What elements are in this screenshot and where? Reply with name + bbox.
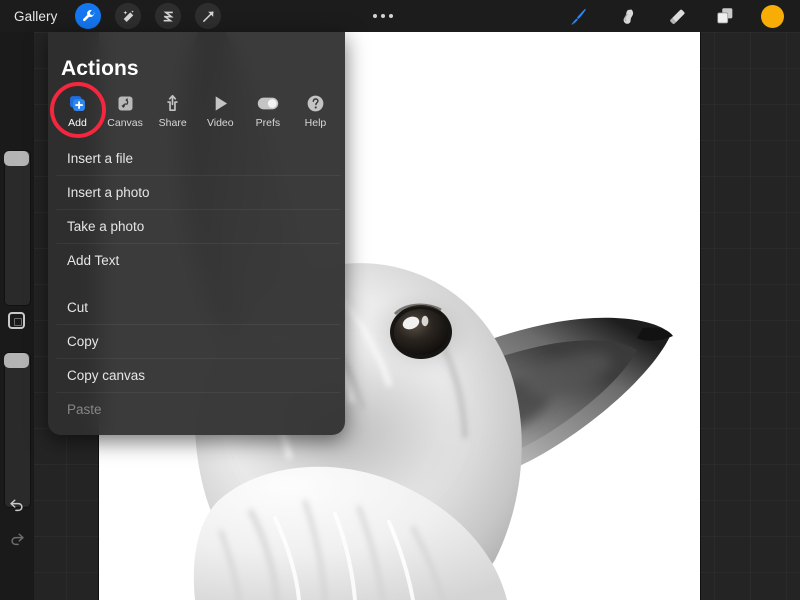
opacity-slider[interactable] [4,352,31,508]
procreate-app-window: Gallery Actions Add Canvas Share Video P… [0,0,800,600]
layers-button[interactable] [712,3,738,29]
menu-item-add-text[interactable]: Add Text [56,244,341,277]
redo-button[interactable] [5,526,29,550]
menu-item-insert-a-file[interactable]: Insert a file [56,142,341,176]
brush-size-slider[interactable] [4,150,31,306]
eraser-icon [669,9,685,24]
redo-arrow-icon [11,533,24,546]
layers-icon [717,8,733,24]
modify-button[interactable] [8,312,25,329]
actions-wrench-icon [82,9,95,21]
tool-sidebar [0,32,34,600]
selection-s-icon [163,11,174,21]
adjustments-button[interactable] [115,3,142,29]
add-menu-group-primary: Insert a file Insert a photo Take a phot… [48,142,345,277]
gallery-button[interactable]: Gallery [10,7,61,26]
tab-label: Video [206,117,234,129]
adjustments-wand-icon [123,9,134,22]
dot [373,14,378,18]
tab-help[interactable]: Help [292,92,339,129]
more-options-button[interactable] [363,8,403,24]
tab-label: Add [68,117,87,129]
brush-size-slider-handle[interactable] [4,151,29,166]
transform-arrow-icon [203,10,214,22]
help-question-icon [304,92,326,114]
opacity-slider-handle[interactable] [4,353,29,368]
color-swatch-button[interactable] [761,4,784,28]
dot [381,14,386,18]
add-menu-group-clipboard: Cut Copy Copy canvas Paste [48,291,345,426]
tab-video[interactable]: Video [197,92,244,129]
add-layers-icon [67,92,89,114]
undo-arrow-icon [10,499,23,512]
tab-prefs[interactable]: Prefs [244,92,291,129]
smudge-button[interactable] [614,3,640,29]
tab-label: Share [158,117,187,129]
panel-title: Actions [61,57,139,80]
actions-panel: Actions Add Canvas Share Video Prefs Hel… [48,32,345,435]
dot [389,14,394,18]
menu-item-copy-canvas[interactable]: Copy canvas [56,359,341,393]
actions-tab-bar: Add Canvas Share Video Prefs Help [48,82,345,139]
paint-brush-icon [570,8,586,25]
top-toolbar: Gallery [0,0,800,32]
smudge-icon [623,8,633,24]
tab-label: Canvas [107,117,143,129]
tab-label: Help [304,117,327,129]
toolbar-left-group: Gallery [0,0,222,32]
selection-button[interactable] [155,3,182,29]
tab-share[interactable]: Share [149,92,196,129]
menu-item-insert-a-photo[interactable]: Insert a photo [56,176,341,210]
toolbar-right-group [565,0,800,32]
actions-button[interactable] [75,3,102,29]
menu-item-take-a-photo[interactable]: Take a photo [56,210,341,244]
canvas-crop-icon [114,92,136,114]
tab-label: Prefs [255,117,281,129]
eraser-button[interactable] [663,3,689,29]
paint-button[interactable] [565,3,591,29]
toolbar-center-group [221,0,565,32]
share-upload-icon [162,92,184,114]
menu-item-copy[interactable]: Copy [56,325,341,359]
menu-item-paste: Paste [67,401,102,417]
undo-button[interactable] [5,492,29,516]
prefs-toggle-icon [257,92,279,114]
transform-button[interactable] [195,3,222,29]
tab-canvas[interactable]: Canvas [102,92,149,129]
video-play-icon [209,92,231,114]
tab-add[interactable]: Add [49,82,106,139]
menu-item-cut[interactable]: Cut [56,291,341,325]
